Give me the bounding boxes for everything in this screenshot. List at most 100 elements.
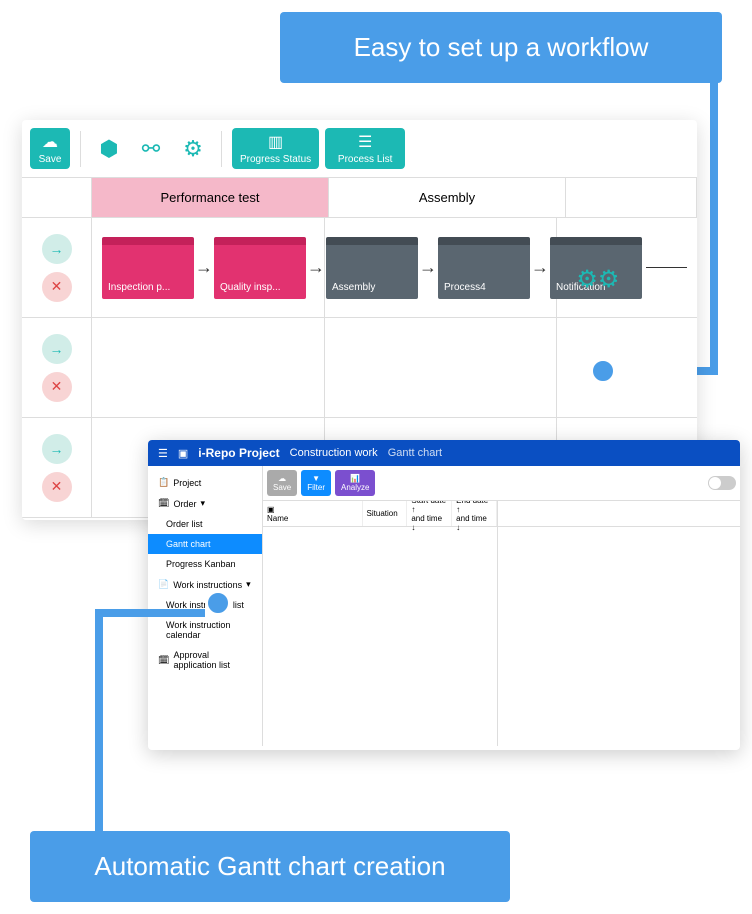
- cube-icon[interactable]: ⬢: [91, 131, 127, 167]
- sidebar-item[interactable]: 🗓 Order ▾: [148, 493, 262, 514]
- cloud-icon: ☁: [278, 474, 286, 483]
- callout-dot: [590, 358, 616, 384]
- workflow-group-cell: Performance test: [92, 178, 329, 217]
- gantt-main: ☁Save ▼Filter 📊Analyze ▣ Name Situation …: [263, 466, 740, 746]
- gantt-left-header: ▣ Name Situation Start date ↑and time ↓ …: [263, 501, 497, 527]
- progress-status-button[interactable]: ▥ Progress Status: [232, 128, 319, 169]
- callout-bottom: Automatic Gantt chart creation: [30, 831, 510, 902]
- gantt-save-button[interactable]: ☁Save: [267, 470, 297, 496]
- row-controls: → ✕: [22, 418, 92, 518]
- sidebar-item-label: Project: [173, 478, 201, 488]
- workflow-node-label: Process4: [444, 282, 486, 293]
- process-list-button[interactable]: ☰Process List: [325, 128, 405, 169]
- gantt-titlebar: ☰ ▣ i-Repo Project Construction work Gan…: [148, 440, 740, 466]
- sidebar-item-label: Order list: [166, 519, 203, 529]
- sidebar-icon: 📄: [158, 579, 169, 590]
- row-delete-button[interactable]: ✕: [42, 272, 72, 302]
- gantt-toolbar: ☁Save ▼Filter 📊Analyze: [263, 466, 740, 501]
- app-brand: i-Repo Project: [198, 446, 279, 460]
- workflow-node[interactable]: Process4: [438, 237, 530, 299]
- workflow-group-header: Performance testAssembly: [22, 177, 697, 218]
- view-toggle[interactable]: [708, 476, 736, 490]
- col-name[interactable]: ▣ Name: [263, 501, 363, 526]
- header-spacer: [22, 178, 92, 217]
- gears-icon[interactable]: ⚙: [175, 131, 211, 167]
- sidebar-item-label: Progress Kanban: [166, 559, 236, 569]
- gantt-panel: ☰ ▣ i-Repo Project Construction work Gan…: [148, 440, 740, 750]
- row-navigate-button[interactable]: →: [42, 434, 72, 464]
- sidebar-item[interactable]: 📋 Project: [148, 472, 262, 493]
- chart-icon: ▥: [268, 132, 283, 152]
- sidebar-icon: 🗓: [158, 498, 169, 509]
- sidebar-item[interactable]: Work instruction calendar: [148, 615, 262, 645]
- analyze-icon: 📊: [350, 474, 360, 483]
- gantt-filter-label: Filter: [307, 483, 325, 492]
- arrow-icon: →: [418, 257, 438, 278]
- sidebar-item[interactable]: 🗓 Approval application list: [148, 645, 262, 675]
- arrow-icon: →: [530, 257, 550, 278]
- caret-icon: ▾: [246, 579, 251, 590]
- gantt-filter-button[interactable]: ▼Filter: [301, 470, 331, 496]
- row-navigate-button[interactable]: →: [42, 234, 72, 264]
- sidebar-item-label: Work instructions: [173, 580, 242, 590]
- workflow-side-controls: → ✕ → ✕ → ✕: [22, 218, 92, 518]
- arrow-icon: →: [306, 257, 326, 278]
- row-delete-button[interactable]: ✕: [42, 372, 72, 402]
- workflow-node[interactable]: Inspection p...: [102, 237, 194, 299]
- row-delete-button[interactable]: ✕: [42, 472, 72, 502]
- col-start[interactable]: Start date ↑and time ↓: [407, 501, 452, 526]
- callout-top: Easy to set up a workflow: [280, 12, 722, 83]
- col-end[interactable]: End date ↑and time ↓: [452, 501, 497, 526]
- callout-connector: [95, 609, 205, 617]
- gantt-right-pane: [498, 501, 740, 746]
- sidebar-item-label: Work instruction calendar: [166, 620, 252, 640]
- callout-connector: [710, 75, 718, 375]
- filter-icon: ▼: [312, 474, 320, 483]
- flow-tail-line: [646, 267, 687, 268]
- save-label: Save: [39, 154, 62, 165]
- gantt-analyze-label: Analyze: [341, 483, 369, 492]
- gantt-save-label: Save: [273, 483, 291, 492]
- sidebar-item-label: Gantt chart: [166, 539, 211, 549]
- menu-icon[interactable]: ☰: [158, 447, 168, 460]
- gantt-left-pane: ▣ Name Situation Start date ↑and time ↓ …: [263, 501, 498, 746]
- row-controls: → ✕: [22, 218, 92, 318]
- arrow-icon: →: [194, 257, 214, 278]
- workflow-toolbar: ☁ Save ⬢ ⚯ ⚙ ▥ Progress Status ☰Process Li…: [22, 120, 697, 177]
- workflow-node-label: Inspection p...: [108, 282, 170, 293]
- sidebar-item[interactable]: Gantt chart: [148, 534, 262, 554]
- save-button[interactable]: ☁ Save: [30, 128, 70, 169]
- caret-icon: ▾: [200, 498, 205, 509]
- gantt-analyze-button[interactable]: 📊Analyze: [335, 470, 375, 496]
- divider: [221, 131, 222, 167]
- workflow-node-label: Assembly: [332, 282, 375, 293]
- col-situation[interactable]: Situation: [363, 501, 408, 526]
- cloud-up-icon: ☁: [42, 132, 58, 152]
- gears-icon: ⚙⚙: [576, 265, 619, 294]
- workflow-group-cell: [566, 178, 697, 217]
- workflow-node[interactable]: Assembly: [326, 237, 418, 299]
- process-list-label: Process List: [338, 154, 392, 165]
- row-controls: → ✕: [22, 318, 92, 418]
- callout-dot: [205, 590, 231, 616]
- sidebar-item[interactable]: Progress Kanban: [148, 554, 262, 574]
- sidebar-icon: 📋: [158, 477, 169, 488]
- project-name: Construction work: [290, 447, 378, 459]
- app-icon: ▣: [178, 447, 188, 460]
- sidebar-item-label: Approval application list: [173, 650, 252, 670]
- divider: [80, 131, 81, 167]
- gantt-timeline-header: [498, 501, 740, 527]
- workflow-node[interactable]: Quality insp...: [214, 237, 306, 299]
- view-name: Gantt chart: [388, 447, 442, 459]
- row-navigate-button[interactable]: →: [42, 334, 72, 364]
- gantt-grid: ▣ Name Situation Start date ↑and time ↓ …: [263, 501, 740, 746]
- share-icon[interactable]: ⚯: [133, 131, 169, 167]
- progress-status-label: Progress Status: [240, 154, 311, 165]
- workflow-node-label: Quality insp...: [220, 282, 281, 293]
- sidebar-icon: 🗓: [158, 655, 169, 666]
- sidebar-item[interactable]: 📄 Work instructions ▾: [148, 574, 262, 595]
- workflow-node[interactable]: Notification⚙⚙: [550, 237, 642, 299]
- callout-connector: [95, 609, 103, 839]
- sidebar-item[interactable]: Order list: [148, 514, 262, 534]
- sidebar-item-label: Order: [173, 499, 196, 509]
